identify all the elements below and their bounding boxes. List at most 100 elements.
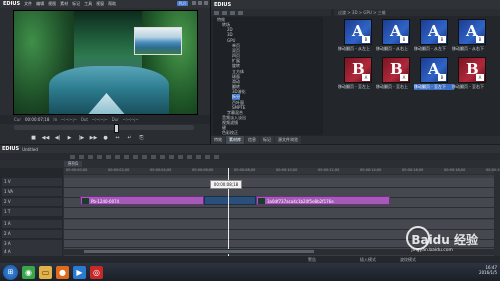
tab-source-browser[interactable]: 源文件浏览	[275, 136, 301, 144]
track-header[interactable]: 2 A	[2, 230, 62, 238]
save-icon[interactable]	[88, 154, 93, 159]
play-button[interactable]: ▶	[66, 135, 73, 142]
overwrite-button[interactable]: ↵	[126, 135, 133, 142]
close-icon[interactable]	[204, 1, 208, 5]
seekbar-thumb[interactable]	[114, 124, 119, 133]
timecode-row: Cur 00:00:07;18 In --:--:--;-- Out --:--…	[0, 115, 210, 124]
track-header[interactable]: 1 V	[2, 178, 62, 186]
timeline-clip[interactable]: 3a0df737aca4c1b20f5e8b2f176e	[256, 196, 390, 205]
menu-item-help[interactable]: 帮助	[108, 1, 116, 7]
track-header[interactable]: 3 A	[2, 240, 62, 248]
maximize-icon[interactable]	[198, 1, 202, 5]
tab-info[interactable]: 信息	[245, 136, 259, 144]
rewind-button[interactable]: ◀◀	[42, 135, 50, 142]
mixer-icon[interactable]	[205, 154, 210, 159]
ruler-tick-label: 00:00:04;00	[150, 168, 172, 172]
edius-task-icon[interactable]: ◎	[90, 265, 103, 279]
tree-item[interactable]: 色彩校正	[213, 130, 323, 135]
cut-icon[interactable]	[115, 154, 120, 159]
sync-icon[interactable]	[178, 154, 183, 159]
clip-label: Pb-1240-0074	[91, 199, 120, 204]
playhead-timecode: 00:00:08;18	[210, 180, 242, 189]
effects-path: 过渡 > 3D > GPU > 三维	[334, 9, 500, 16]
folder-icon[interactable]	[214, 10, 219, 15]
edius-logo: EDIUS	[2, 146, 20, 152]
track-header[interactable]: 1 VA	[2, 188, 62, 196]
tab-bin[interactable]: 素材库	[226, 136, 244, 144]
panel-tabs: 特效 素材库 信息 标记 源文件浏览	[211, 136, 500, 144]
track-header[interactable]: 1 A	[2, 220, 62, 228]
undo-icon[interactable]	[97, 154, 102, 159]
folder-icon[interactable]: ▭	[39, 265, 52, 279]
player-seekbar[interactable]	[14, 124, 194, 133]
track-lane[interactable]	[64, 220, 494, 230]
firefox-icon[interactable]: ●	[56, 265, 69, 279]
marker-icon[interactable]	[187, 154, 192, 159]
snap-icon[interactable]	[169, 154, 174, 159]
menu-item-marker[interactable]: 标记	[72, 1, 80, 7]
delete-icon[interactable]	[142, 154, 147, 159]
transition-zone[interactable]	[204, 196, 256, 205]
track-header[interactable]: 4 A	[2, 248, 62, 256]
thumbnail-caption: 移动翻页 - 从左下	[414, 46, 446, 51]
insert-button[interactable]: ↔	[114, 135, 121, 142]
transition-thumbnail[interactable]: BA	[382, 57, 410, 83]
menu-item-window[interactable]: 视窗	[96, 1, 104, 7]
copy-icon[interactable]	[124, 154, 129, 159]
transition-thumbnail[interactable]: AB	[420, 19, 448, 45]
transition-thumbnail[interactable]: AB	[420, 57, 448, 83]
prev-frame-button[interactable]: ◀|	[54, 135, 61, 142]
tab-markers[interactable]: 标记	[260, 136, 274, 144]
transport-controls: ■ ◀◀ ◀| ▶ |▶ ▶▶ ● ↔ ↵ ⎘	[30, 133, 200, 143]
start-button[interactable]: ⊞	[3, 264, 18, 280]
tab-sequence[interactable]: 序列1	[64, 161, 82, 167]
tab-effects[interactable]: 特效	[211, 136, 225, 144]
record-button[interactable]: ●	[102, 135, 109, 142]
ruler-tick-label: 00:00:20;00	[486, 168, 500, 172]
app-icon-green[interactable]: ◉	[22, 265, 35, 279]
track-header[interactable]: 1 T	[2, 208, 62, 216]
redo-icon[interactable]	[106, 154, 111, 159]
split-icon[interactable]	[151, 154, 156, 159]
thumbnail-mini-icon: B	[438, 36, 446, 43]
render-icon[interactable]	[196, 154, 201, 159]
view-icon[interactable]	[230, 10, 235, 15]
menu-item-view[interactable]: 视图	[48, 1, 56, 7]
paste-icon[interactable]	[133, 154, 138, 159]
menu-item-tools[interactable]: 工具	[84, 1, 92, 7]
plr-mode-tag[interactable]: PLR	[176, 1, 188, 6]
media-player-icon[interactable]: ▶	[73, 265, 86, 279]
track-header[interactable]: 2 V	[2, 198, 62, 206]
thumbnail-caption: 移动翻页 - 从右下	[452, 46, 484, 51]
watermark-text: Baidu 经验	[411, 233, 478, 247]
transition-thumbnail[interactable]: AB	[344, 19, 372, 45]
transition-thumbnail[interactable]: BA	[458, 57, 486, 83]
track-lane[interactable]	[64, 208, 494, 219]
minimize-icon[interactable]	[192, 1, 196, 5]
track-lane[interactable]	[64, 178, 494, 188]
effects-titlebar: EDIUS	[211, 0, 500, 9]
export-button[interactable]: ⎘	[138, 135, 145, 142]
track-headers: 1 V 1 VA 2 V 1 T 1 A 2 A 3 A4 A	[0, 168, 63, 256]
system-tray[interactable]: 16:47 2016/1/5	[479, 265, 497, 275]
open-icon[interactable]	[79, 154, 84, 159]
settings-icon[interactable]	[214, 154, 219, 159]
menu-item-clip[interactable]: 素材	[60, 1, 68, 7]
fast-forward-button[interactable]: ▶▶	[90, 135, 98, 142]
stop-button[interactable]: ■	[30, 135, 37, 142]
up-folder-icon[interactable]	[222, 10, 227, 15]
timeline-clip[interactable]: Pb-1240-0074	[80, 196, 204, 205]
timeline-ruler[interactable]: 00:00:00;00 00:00:02;00 00:00:04;00 00:00:0…	[64, 168, 500, 174]
new-sequence-icon[interactable]	[70, 154, 75, 159]
ruler-tick-label: 00:00:00;00	[66, 168, 88, 172]
transition-thumbnail[interactable]: AB	[382, 19, 410, 45]
menu-item-file[interactable]: 文件	[24, 1, 32, 7]
search-icon[interactable]	[238, 10, 243, 15]
scrollbar-thumb[interactable]	[84, 250, 314, 253]
transition-thumbnail[interactable]: AB	[458, 19, 486, 45]
next-frame-button[interactable]: |▶	[78, 135, 85, 142]
menu-item-edit[interactable]: 编辑	[36, 1, 44, 7]
window-controls	[192, 1, 208, 5]
ripple-icon[interactable]	[160, 154, 165, 159]
transition-thumbnail[interactable]: BA	[344, 57, 372, 83]
